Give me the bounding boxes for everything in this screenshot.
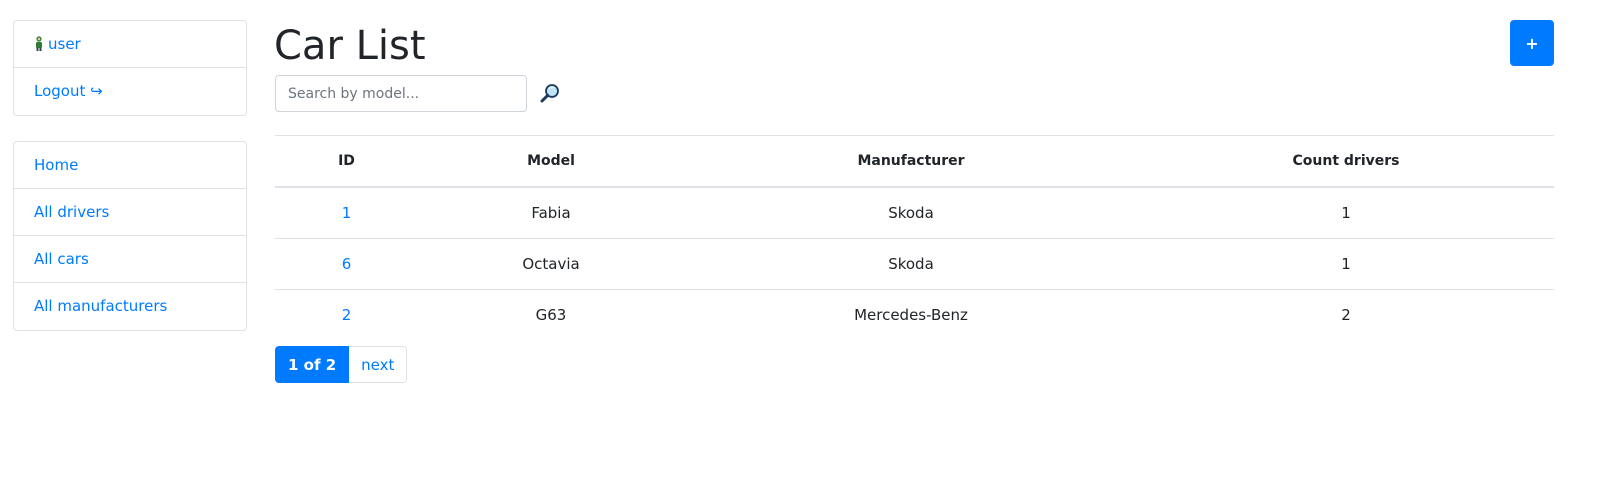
cell-model: Fabia — [418, 186, 684, 239]
user-label[interactable]: user — [48, 35, 81, 53]
sidebar-item-label[interactable]: All cars — [34, 250, 89, 268]
user-link[interactable]: user — [14, 21, 246, 68]
cell-model: G63 — [418, 289, 684, 340]
cell-count-drivers: 2 — [1138, 289, 1554, 340]
search-input[interactable] — [275, 75, 527, 112]
column-header-count-drivers: Count drivers — [1138, 135, 1554, 188]
cell-count-drivers: 1 — [1138, 186, 1554, 239]
cell-manufacturer: Skoda — [684, 238, 1138, 290]
sidebar-item-label[interactable]: All drivers — [34, 203, 109, 221]
cell-model: Octavia — [418, 238, 684, 290]
sidebar-item-manufacturers[interactable]: All manufacturers — [14, 283, 246, 330]
cell-id: 6 — [275, 238, 418, 290]
cell-id: 2 — [275, 289, 418, 340]
sidebar-item-label[interactable]: Home — [34, 156, 78, 174]
logout-link[interactable]: Logout ↪ — [14, 68, 246, 115]
sidebar-item-drivers[interactable]: All drivers — [14, 189, 246, 236]
logout-label[interactable]: Logout ↪ — [34, 82, 103, 100]
next-page-link[interactable]: next — [349, 346, 408, 383]
user-panel: user Logout ↪ — [13, 20, 247, 116]
pagination: 1 of 2 next — [275, 346, 408, 383]
search-button[interactable] — [538, 82, 562, 106]
car-table: ID Model Manufacturer Count drivers 1 Fa… — [275, 135, 1554, 340]
car-id-link[interactable]: 1 — [342, 204, 352, 222]
cell-count-drivers: 1 — [1138, 238, 1554, 290]
sidebar-nav: Home All drivers All cars All manufactur… — [13, 141, 247, 331]
add-car-button[interactable]: + — [1510, 20, 1554, 66]
page-indicator: 1 of 2 — [275, 346, 350, 383]
cell-manufacturer: Skoda — [684, 186, 1138, 239]
column-header-manufacturer: Manufacturer — [684, 135, 1138, 188]
table-row: 1 Fabia Skoda 1 — [275, 186, 1554, 239]
cell-id: 1 — [275, 186, 418, 239]
cell-manufacturer: Mercedes-Benz — [684, 289, 1138, 340]
table-row: 2 G63 Mercedes-Benz 2 — [275, 289, 1554, 340]
sidebar-item-cars[interactable]: All cars — [14, 236, 246, 283]
sidebar-item-home[interactable]: Home — [14, 142, 246, 189]
sidebar-item-label[interactable]: All manufacturers — [34, 297, 167, 315]
column-header-id: ID — [275, 135, 418, 188]
car-id-link[interactable]: 6 — [342, 255, 352, 273]
page-title: Car List — [274, 23, 426, 69]
table-row: 6 Octavia Skoda 1 — [275, 238, 1554, 290]
column-header-model: Model — [418, 135, 684, 188]
person-icon — [36, 36, 42, 51]
table-header-row: ID Model Manufacturer Count drivers — [275, 135, 1554, 188]
car-id-link[interactable]: 2 — [342, 306, 352, 324]
magnifier-icon — [540, 84, 559, 103]
